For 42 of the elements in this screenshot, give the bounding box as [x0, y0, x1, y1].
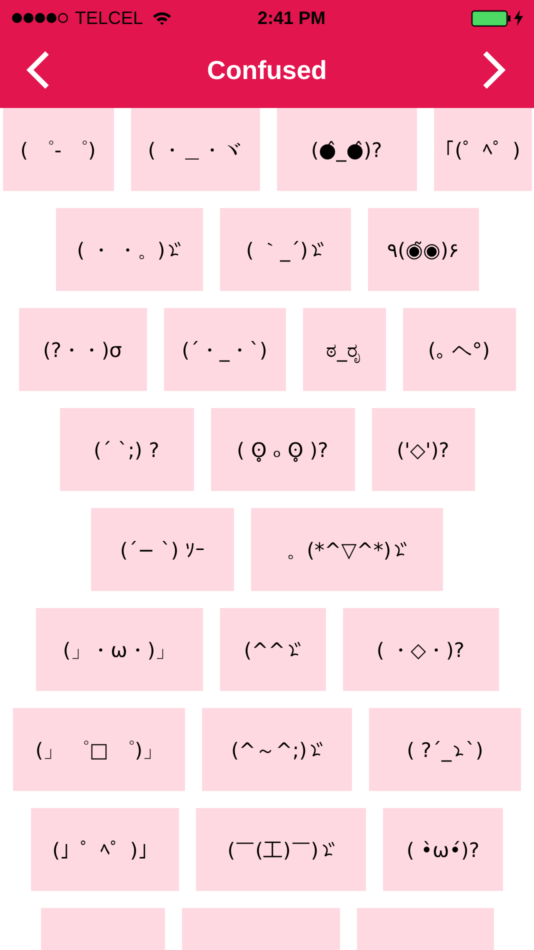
emoticon-tile[interactable]: (´− `) ｿｰ	[91, 508, 234, 591]
swirl-icon	[310, 240, 324, 258]
emoticon-tile[interactable]: ٩(◉̃◉)۶	[368, 208, 478, 291]
emoticon-tile[interactable]: (^～^;)	[202, 708, 352, 791]
forward-button[interactable]	[482, 50, 508, 90]
emoticon-tile[interactable]: (´ `;) ?	[60, 408, 194, 491]
nav-title: Confused	[207, 54, 327, 86]
status-time: 2:41 PM	[258, 6, 326, 30]
back-button[interactable]	[26, 50, 52, 90]
emoticon-tile[interactable]: (●̂_●̂)?	[276, 108, 416, 191]
emoticon-tile[interactable]: (｡ ヘ°)	[402, 308, 516, 391]
carrier-name: TELCEL	[75, 6, 144, 30]
emoticon-tile[interactable]: ( •̀ω•́)?	[383, 808, 503, 891]
chevron-left-icon	[26, 50, 50, 90]
signal-icon	[11, 12, 69, 24]
emoticon-tile[interactable]: (」・ω・)」	[36, 608, 202, 691]
swirl-icon	[393, 540, 408, 558]
emoticon-tile[interactable]: ( ・ ・。)	[56, 208, 202, 291]
swirl-icon	[320, 840, 335, 858]
charging-icon	[514, 10, 523, 26]
emoticon-tile[interactable]: ( ・◇・)?	[342, 608, 498, 691]
swirl-icon	[287, 640, 302, 658]
emoticon-tile[interactable]: ( ?´_ `)	[369, 708, 521, 791]
emoticon-tile[interactable]: (?・・)σ	[18, 308, 146, 391]
emoticon-tile[interactable]: (^^	[220, 608, 326, 691]
chevron-right-icon	[482, 50, 506, 90]
swirl-icon	[167, 240, 182, 258]
emoticon-tile[interactable]: ( ・＿・ヾ	[130, 108, 260, 191]
emoticon-tile[interactable]: (」 ゜□ ゜)」	[13, 708, 185, 791]
emoticon-tile[interactable]: 。(*^▽^*)	[251, 508, 443, 591]
emoticon-tile[interactable]: ಠ_ರೃ	[302, 308, 386, 391]
emoticon-tile[interactable]: (￣(工)￣)	[196, 808, 366, 891]
wifi-icon	[152, 10, 172, 26]
emoticon-tile[interactable]: ( ゜- ゜)	[2, 108, 114, 191]
emoticon-tile[interactable]: ｢(゜ﾍ゜)	[434, 108, 532, 191]
emoticon-tile[interactable]: (´・_・`)	[164, 308, 286, 391]
swirl-icon	[308, 740, 323, 758]
battery-icon	[471, 10, 511, 26]
emoticon-tile[interactable]: ( ｀_´)	[220, 208, 350, 291]
emoticon-tile[interactable]: (」゜ﾍ゜)」	[31, 808, 179, 891]
emoticon-tile[interactable]: ( ʘ̥ ₒ ʘ̥ )?	[210, 408, 354, 491]
emoticon-tile[interactable]: ('◇')?	[372, 408, 474, 491]
